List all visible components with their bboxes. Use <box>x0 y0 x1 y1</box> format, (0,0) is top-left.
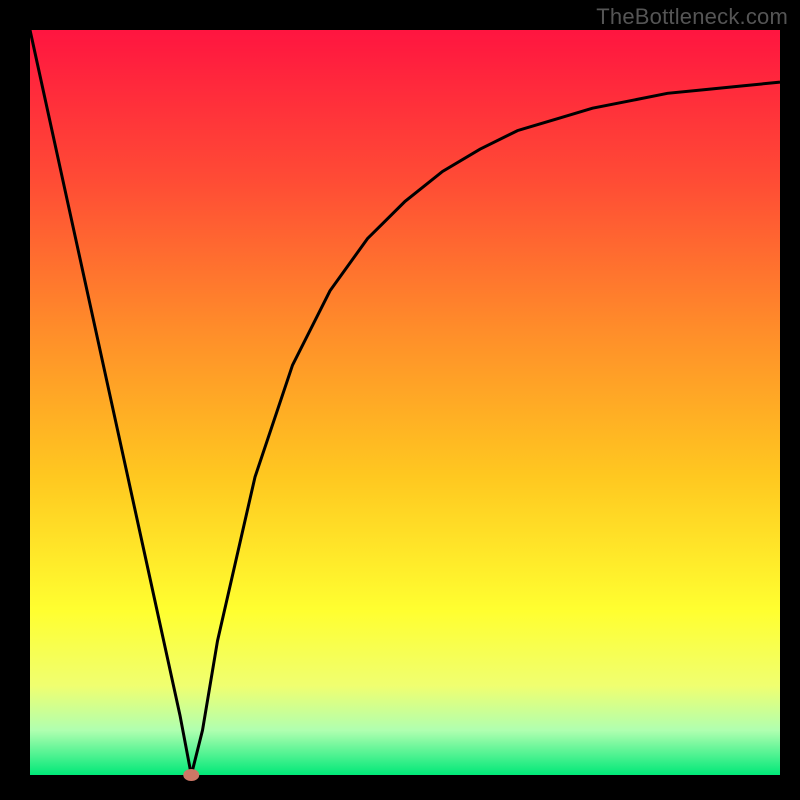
optimal-marker <box>183 769 199 781</box>
bottleneck-chart <box>0 0 800 800</box>
chart-container: TheBottleneck.com <box>0 0 800 800</box>
watermark-text: TheBottleneck.com <box>596 4 788 30</box>
plot-background <box>30 30 780 775</box>
